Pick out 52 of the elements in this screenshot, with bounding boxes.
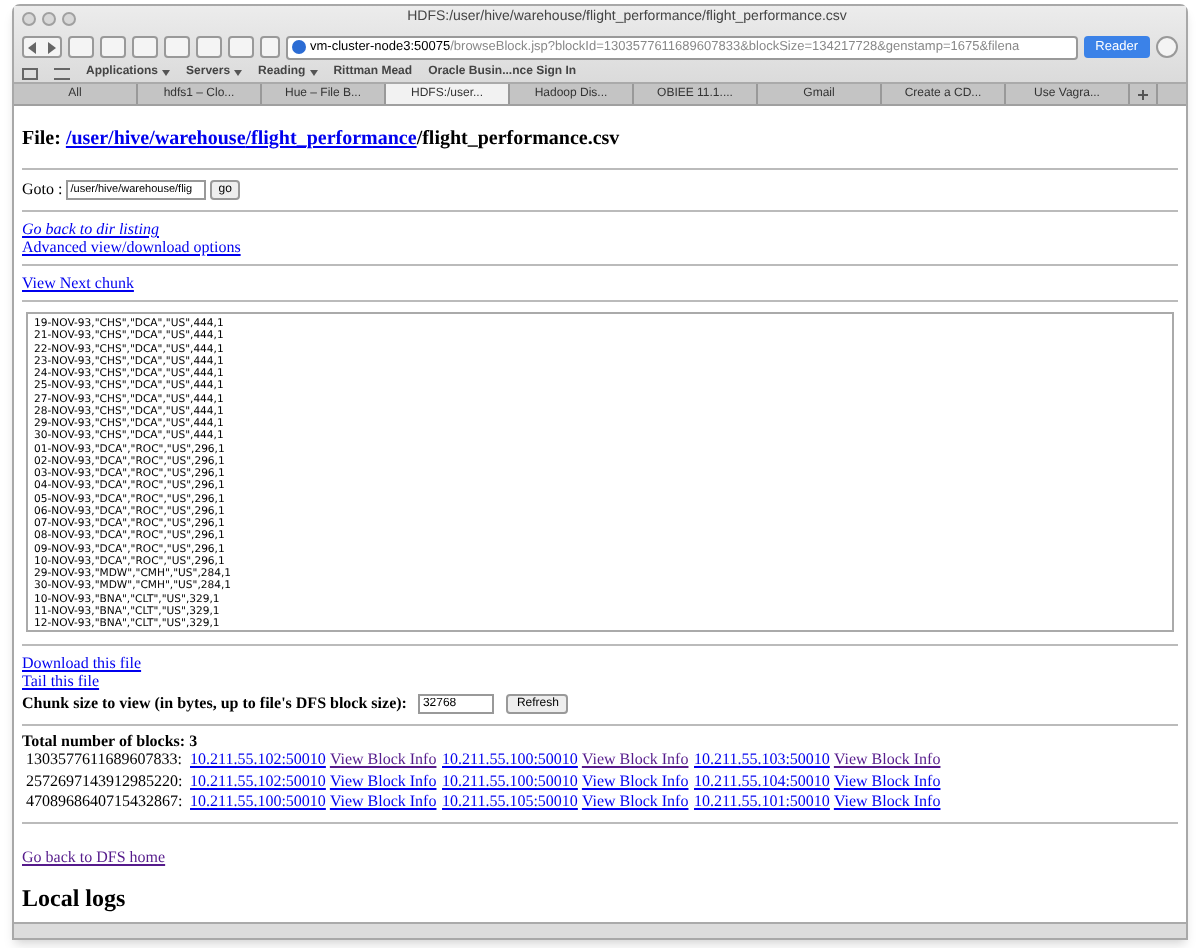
- path-link[interactable]: /flight_performance: [245, 128, 417, 150]
- total-blocks-heading: Total number of blocks: 3: [22, 732, 200, 750]
- link[interactable]: 10.211.55.103:50010: [694, 750, 830, 771]
- link[interactable]: View Block Info: [329, 750, 437, 771]
- link[interactable]: Download this file: [22, 654, 142, 672]
- link[interactable]: Advanced view/download options: [22, 238, 241, 256]
- link[interactable]: 10.211.55.100:50010: [442, 771, 578, 792]
- link[interactable]: 10.211.55.102:50010: [190, 771, 326, 792]
- local-logs-heading: Local logs: [22, 881, 128, 915]
- toolbar-icon[interactable]: [132, 36, 158, 58]
- file-label: File:: [22, 128, 63, 150]
- close-button[interactable]: [22, 11, 36, 25]
- block-id: 2572697143912985220:: [26, 771, 185, 792]
- link[interactable]: View Block Info: [329, 771, 437, 792]
- toolbar-icon[interactable]: [196, 36, 222, 58]
- minimize-button[interactable]: [42, 11, 56, 25]
- file-content-textarea[interactable]: [26, 312, 1174, 632]
- caret-icon: [234, 70, 243, 76]
- link[interactable]: View Block Info: [833, 792, 941, 813]
- link[interactable]: 10.211.55.104:50010: [694, 771, 830, 792]
- link[interactable]: 10.211.55.100:50010: [442, 750, 578, 771]
- chunk-size-label: Chunk size to view (in bytes, up to file's DFS block size):: [22, 692, 407, 716]
- link[interactable]: View Block Info: [833, 750, 941, 771]
- back-forward-arrows-icon: [28, 41, 56, 53]
- toolbar-icon[interactable]: [164, 36, 190, 58]
- globe-icon: [292, 40, 306, 54]
- file-name: /flight_performance.csv: [416, 128, 620, 150]
- goto-label: Goto :: [22, 178, 63, 202]
- path-link[interactable]: /warehouse: [149, 128, 246, 150]
- caret-icon: [309, 70, 318, 76]
- block-id: 1303577611689607833:: [26, 750, 184, 771]
- link[interactable]: View Next chunk: [22, 274, 134, 292]
- link[interactable]: 10.211.55.102:50010: [190, 750, 326, 771]
- link[interactable]: View Block Info: [581, 771, 689, 792]
- path-link[interactable]: /hive: [108, 128, 150, 150]
- link[interactable]: 10.211.55.101:50010: [694, 792, 830, 813]
- caret-icon: [162, 70, 171, 76]
- new-tab-button[interactable]: [1130, 84, 1158, 104]
- link[interactable]: View Block Info: [581, 750, 689, 771]
- link[interactable]: Go back to dir listing: [22, 220, 159, 238]
- link[interactable]: View Block Info: [329, 792, 437, 813]
- block-id: 4708968640715432867:: [26, 792, 185, 813]
- toolbar-icon[interactable]: [228, 36, 254, 58]
- link[interactable]: 10.211.55.105:50010: [442, 792, 578, 813]
- back-forward-button[interactable]: [22, 36, 62, 58]
- path-link[interactable]: /user: [65, 128, 109, 150]
- link[interactable]: View Block Info: [581, 792, 689, 813]
- link[interactable]: Tail this file: [22, 672, 100, 690]
- zoom-button[interactable]: [62, 11, 76, 25]
- link[interactable]: View Block Info: [833, 771, 941, 792]
- link[interactable]: Go back to DFS home: [22, 847, 166, 865]
- link[interactable]: 10.211.55.100:50010: [190, 792, 326, 813]
